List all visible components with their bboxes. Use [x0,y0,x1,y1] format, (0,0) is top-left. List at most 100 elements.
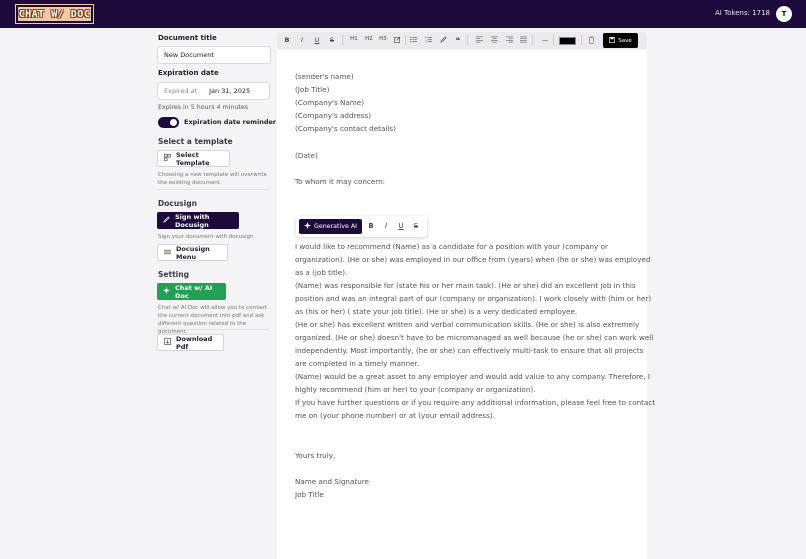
chat-ai-doc-button[interactable]: Chat w/ AI Doc [157,283,226,300]
download-pdf-button[interactable]: Download Pdf [157,334,224,351]
chat-ai-note: Chat w/ AI Doc will allow you to convert… [158,305,268,335]
sender-block: (sender's name) (Job Title) (Company's N… [295,70,396,135]
align-right-icon[interactable] [504,36,514,45]
expiration-date-value: Jan 31, 2025 [209,87,251,95]
body-line: (Name) would be a great asset to any emp… [295,372,651,381]
expires-in-text: Expires in 5 hours 4 minutes [158,104,249,111]
app-logo[interactable]: CHAT W/ DOC [16,5,93,23]
generative-ai-label: Generative AI [313,223,358,230]
strikethrough-button[interactable]: S [327,36,337,44]
float-italic-button[interactable]: I [381,222,391,230]
body-line: (He or she) has excellent written and ve… [295,320,640,329]
document-title-input[interactable]: New Document [157,46,271,64]
sparkle-icon [303,222,311,231]
float-underline-button[interactable]: U [396,222,406,230]
heading2-button[interactable]: H2 [363,36,375,42]
expired-at-placeholder: Expired at [164,87,198,95]
horizontal-rule-button[interactable]: — [540,36,550,44]
align-justify-icon[interactable] [518,36,528,45]
sparkle-icon [163,287,170,296]
edit-icon[interactable] [392,36,402,45]
body-line: position and was an integral part of our… [295,294,652,303]
download-pdf-label: Download Pdf [176,334,213,351]
trash-icon[interactable] [586,36,596,46]
section-divider [157,329,269,330]
document-title-label: Document title [158,34,217,42]
align-center-icon[interactable] [489,36,499,45]
body-line: independently. Most importantly, (he or … [295,346,644,355]
save-icon [609,36,616,45]
reminder-toggle[interactable] [158,117,179,128]
template-section-title: Select a template [158,137,233,146]
docusign-section-title: Docusign [158,199,197,208]
body-line: as (his or her) ( state your job title).… [295,307,578,316]
bold-button[interactable]: B [282,36,292,44]
expiration-date-label: Expiration date [158,69,219,77]
signature-line: Name and Signature [295,477,369,486]
sign-with-docusign-button[interactable]: Sign with Docusign [157,212,239,229]
reminder-label: Expiration date reminder [184,118,277,126]
body-line: organized. (He or she) doesn't have to b… [295,333,654,342]
user-avatar[interactable]: T [776,6,792,22]
download-icon [164,338,171,347]
italic-button[interactable]: I [297,36,307,44]
body-line: as a (job title). [295,268,348,277]
body-line: organization). (He or she) was employed … [295,255,651,264]
top-bar: CHAT W/ DOC AI Tokens: 1718 T [0,0,806,28]
toolbar-separator [553,35,554,45]
heading3-button[interactable]: H3 [377,36,389,42]
signature-line: Job Title [295,490,324,499]
chat-ai-doc-label: Chat w/ AI Doc [175,283,213,300]
section-divider [157,189,269,190]
body-line: me on (your phone number) or at (your em… [295,411,495,420]
float-bold-button[interactable]: B [366,222,376,230]
select-template-label: Select Template [176,150,210,167]
save-label: Save [618,37,632,44]
letter-body[interactable]: I would like to recommend (Name) as a ca… [295,240,655,422]
underline-button[interactable]: U [312,36,322,44]
toolbar-separator [342,35,343,45]
docusign-note: Sign your document with docusign. [158,234,256,240]
sender-line: (Company's address) [295,111,372,120]
toolbar-separator [581,35,582,45]
bullet-list-icon[interactable] [408,36,418,45]
body-line: are completed in a timely manner. [295,359,420,368]
body-line: If you have further questions or if you … [295,398,656,407]
template-note: Choosing a new template will overwrite t… [158,172,267,186]
signature-block: Name and Signature Job Title [295,475,369,501]
menu-icon [164,249,171,257]
expiration-date-input[interactable]: Expired at Jan 31, 2025 [157,82,270,100]
align-left-icon[interactable] [474,36,484,45]
body-line: (Name) was responsible for (state his or… [295,281,636,290]
highlighter-icon[interactable] [438,36,448,45]
body-line: I would like to recommend (Name) as a ca… [295,242,608,251]
sender-line: (Company's Name) [295,98,365,107]
sender-line: (sender's name) [295,72,354,81]
svg-text:2: 2 [425,40,427,43]
toolbar-separator [467,35,468,45]
save-button[interactable]: Save [603,33,638,48]
setting-section-title: Setting [158,270,189,279]
logo-text: CHAT W/ DOC [18,8,91,20]
closing: Yours truly, [295,451,336,460]
ordered-list-icon[interactable]: 2 [423,36,433,45]
text-color-swatch[interactable] [559,37,576,45]
docusign-menu-button[interactable]: Docusign Menu [157,244,228,261]
float-strikethrough-button[interactable]: S [411,222,421,230]
pen-icon [163,216,170,225]
sign-with-docusign-label: Sign with Docusign [175,212,210,229]
toolbar-separator [532,35,533,45]
body-line: highly recommend (him or her) to your (c… [295,385,536,394]
quote-icon[interactable]: ❝ [453,36,463,45]
select-template-button[interactable]: Select Template [157,150,230,167]
heading1-button[interactable]: H1 [348,36,360,42]
floating-toolbar: Generative AI B I U S [296,216,427,237]
salutation: To whom it may concern: [295,177,386,186]
date-line: (Date) [295,151,318,160]
docusign-menu-label: Docusign Menu [176,244,210,261]
sender-line: (Job Title) [295,85,330,94]
generative-ai-button[interactable]: Generative AI [299,219,362,234]
ai-tokens-counter: AI Tokens: 1718 [714,9,770,17]
sender-line: (Company's contact details) [295,124,396,133]
template-icon [164,154,171,163]
